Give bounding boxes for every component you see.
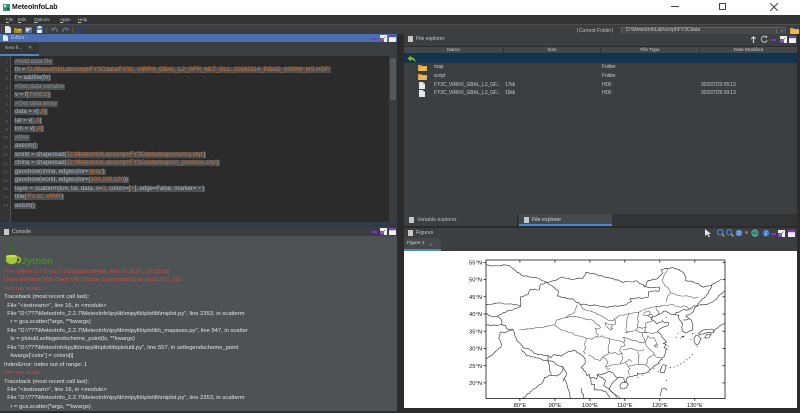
- svg-text:55°N: 55°N: [469, 261, 482, 267]
- svg-text:45°N: 45°N: [469, 295, 482, 301]
- svg-text:40°N: 40°N: [469, 312, 482, 318]
- svg-text:130°E: 130°E: [687, 403, 703, 408]
- svg-text:80°E: 80°E: [514, 403, 527, 408]
- svg-text:50°N: 50°N: [469, 278, 482, 284]
- svg-text:20°N: 20°N: [469, 381, 482, 387]
- svg-text:25°N: 25°N: [469, 364, 482, 370]
- svg-text:100°E: 100°E: [582, 403, 598, 408]
- svg-text:Jython: Jython: [22, 256, 53, 267]
- svg-text:30°N: 30°N: [469, 347, 482, 353]
- svg-text:120°E: 120°E: [652, 403, 668, 408]
- svg-text:35°N: 35°N: [469, 329, 482, 335]
- svg-text:110°E: 110°E: [617, 403, 633, 408]
- svg-text:90°E: 90°E: [549, 403, 562, 408]
